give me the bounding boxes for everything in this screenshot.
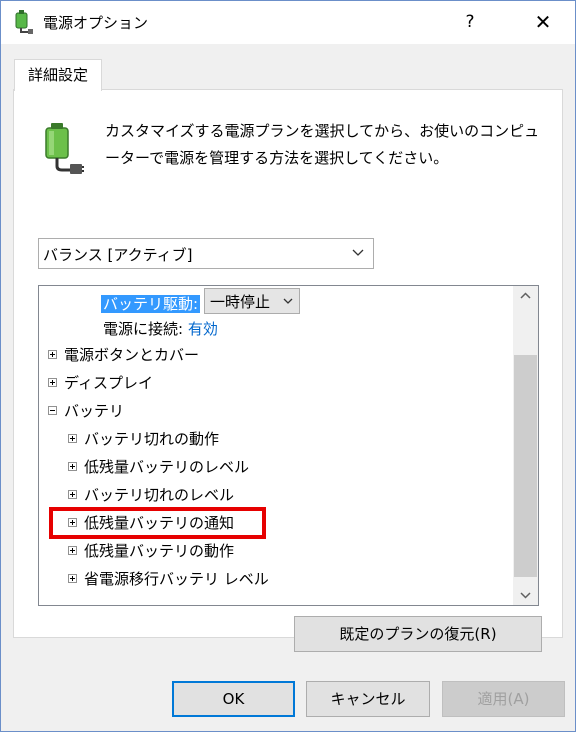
settings-tree[interactable]: バッテリ駆動: 一時停止 電源に接続: 有効 電源ボタンとカバー ディスプレイ … (38, 285, 539, 606)
chevron-down-icon (352, 249, 364, 256)
tree-row-on-battery[interactable]: バッテリ駆動: (101, 291, 201, 317)
restore-plan-defaults-button[interactable]: 既定のプランの復元(R) (294, 616, 542, 652)
expand-plus-icon[interactable] (68, 490, 77, 499)
plugged-in-label: 電源に接続: (103, 320, 184, 338)
close-button[interactable]: ✕ (517, 1, 569, 44)
advanced-settings-panel: カスタマイズする電源プランを選択してから、お使いのコンピューターで電源を管理する… (13, 89, 563, 652)
on-battery-setting-value: 一時停止 (210, 293, 271, 311)
battery-plug-icon (45, 123, 84, 174)
highlight-box (49, 507, 266, 539)
expand-plus-icon[interactable] (68, 574, 77, 583)
cancel-button[interactable]: キャンセル (306, 681, 430, 717)
expand-plus-icon[interactable] (68, 462, 77, 471)
title-bar: 電源オプション ? ✕ (1, 1, 575, 44)
scrollbar-thumb[interactable] (514, 355, 537, 577)
tree-row-power-buttons-lid[interactable]: 電源ボタンとカバー (64, 343, 199, 367)
ok-button[interactable]: OK (172, 681, 295, 717)
description-text: カスタマイズする電源プランを選択してから、お使いのコンピューターで電源を管理する… (105, 122, 540, 167)
vertical-scrollbar[interactable] (513, 286, 538, 605)
collapse-minus-icon[interactable] (48, 406, 57, 415)
expand-plus-icon[interactable] (48, 378, 57, 387)
tree-row-low-battery-level[interactable]: 低残量バッテリのレベル (84, 455, 249, 479)
tab-advanced-settings[interactable]: 詳細設定 (14, 59, 102, 91)
on-battery-label[interactable]: バッテリ駆動: (101, 295, 201, 313)
scroll-up-arrow-icon[interactable] (513, 286, 538, 306)
on-battery-setting-dropdown[interactable]: 一時停止 (204, 288, 300, 314)
tree-row-critical-battery-level[interactable]: バッテリ切れのレベル (84, 483, 234, 507)
expand-plus-icon[interactable] (48, 350, 57, 359)
plugged-in-value-link[interactable]: 有効 (188, 320, 218, 338)
help-button[interactable]: ? (447, 1, 493, 44)
tree-row-critical-battery-action[interactable]: バッテリ切れの動作 (84, 427, 219, 451)
window-title: 電源オプション (43, 14, 149, 32)
power-options-dialog: 電源オプション ? ✕ 詳細設定 カスタマイズする電源プランを選択してから、お使… (0, 0, 576, 732)
tree-row-reserve-battery-level[interactable]: 省電源移行バッテリ レベル (84, 567, 269, 591)
tree-row-display[interactable]: ディスプレイ (64, 371, 153, 395)
tree-row-plugged-in[interactable]: 電源に接続: 有効 (103, 317, 218, 341)
scroll-down-arrow-icon[interactable] (513, 585, 538, 605)
tree-row-battery[interactable]: バッテリ (64, 399, 124, 423)
expand-plus-icon[interactable] (68, 546, 77, 555)
power-plug-icon (15, 10, 33, 34)
chevron-down-icon (283, 298, 293, 304)
apply-button[interactable]: 適用(A) (442, 681, 565, 717)
tree-row-low-battery-action[interactable]: 低残量バッテリの動作 (84, 539, 234, 563)
power-plan-dropdown[interactable]: バランス [アクティブ] (38, 238, 374, 269)
expand-plus-icon[interactable] (68, 434, 77, 443)
power-plan-value: バランス [アクティブ] (43, 246, 193, 264)
